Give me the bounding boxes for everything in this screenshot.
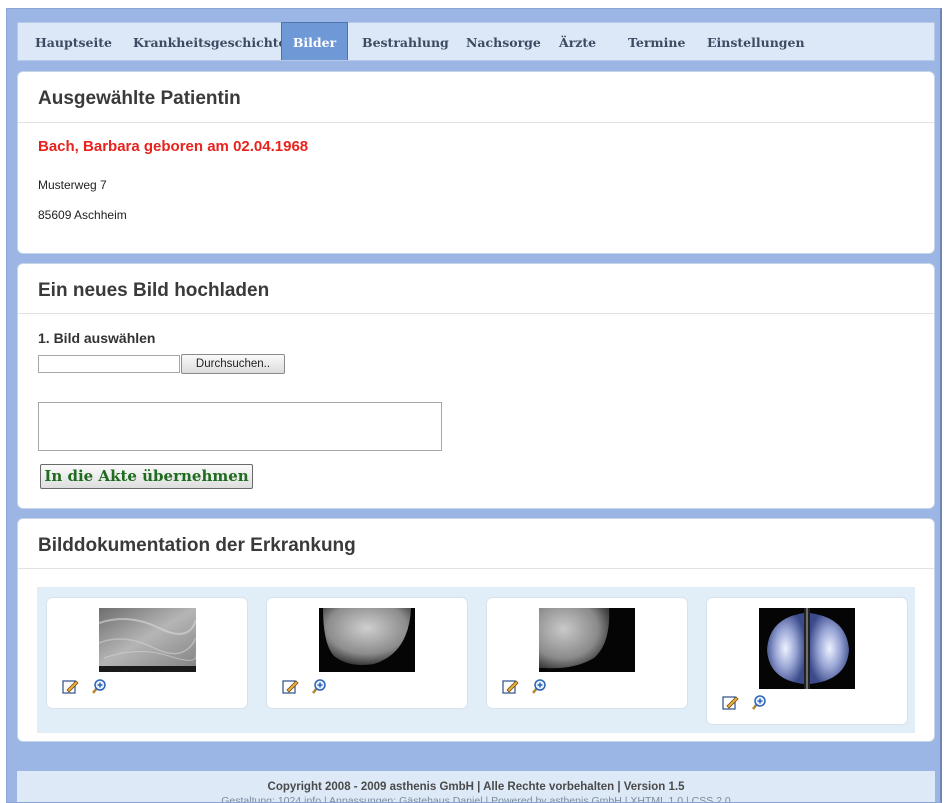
- browse-button[interactable]: Durchsuchen..: [181, 354, 285, 374]
- upload-panel: Ein neues Bild hochladen 1. Bild auswähl…: [17, 263, 935, 509]
- nav-tab-termine[interactable]: Termine: [628, 23, 685, 60]
- upload-panel-title: Ein neues Bild hochladen: [38, 280, 270, 301]
- image-card: [266, 597, 468, 709]
- submit-to-record-button[interactable]: In die Akte übernehmen: [40, 464, 253, 489]
- image-card: [46, 597, 248, 709]
- image-gallery: [37, 587, 915, 733]
- mammogram-texture-image[interactable]: [99, 608, 196, 672]
- zoom-in-icon[interactable]: [90, 678, 107, 695]
- zoom-in-icon[interactable]: [750, 694, 767, 711]
- step-label-select-image: 1. Bild auswählen: [38, 330, 156, 346]
- panel-divider: [18, 122, 934, 123]
- mammogram-breast-image[interactable]: [539, 608, 635, 672]
- edit-icon[interactable]: [282, 678, 299, 695]
- panel-divider: [18, 568, 934, 569]
- nav-tab-krankheitsgeschichte[interactable]: Krankheitsgeschichte: [133, 23, 287, 60]
- nav-tab-einstellungen[interactable]: Einstellungen: [707, 23, 805, 60]
- nav-tab-aerzte[interactable]: Ärzte: [559, 23, 596, 60]
- mammogram-breast-image[interactable]: [319, 608, 415, 672]
- gallery-panel-title: Bilddokumentation der Erkrankung: [38, 535, 356, 556]
- edit-icon[interactable]: [62, 678, 79, 695]
- image-card: [706, 597, 908, 725]
- patient-name: Bach, Barbara geboren am 02.04.1968: [38, 138, 309, 155]
- image-description-textarea[interactable]: [38, 402, 442, 451]
- gallery-panel: Bilddokumentation der Erkrankung: [17, 518, 935, 742]
- mammogram-colored-image[interactable]: [759, 608, 855, 689]
- footer: Copyright 2008 - 2009 asthenis GmbH | Al…: [17, 771, 935, 802]
- file-path-input[interactable]: [38, 355, 180, 373]
- main-navigation: Hauptseite Krankheitsgeschichte Bilder B…: [17, 22, 935, 61]
- patient-panel-title: Ausgewählte Patientin: [38, 88, 241, 109]
- footer-copyright: Copyright 2008 - 2009 asthenis GmbH | Al…: [267, 781, 685, 793]
- image-card: [486, 597, 688, 709]
- edit-icon[interactable]: [502, 678, 519, 695]
- nav-tab-nachsorge[interactable]: Nachsorge: [466, 23, 541, 60]
- panel-divider: [18, 313, 934, 314]
- edit-icon[interactable]: [722, 694, 739, 711]
- zoom-in-icon[interactable]: [530, 678, 547, 695]
- page-frame: Hauptseite Krankheitsgeschichte Bilder B…: [6, 8, 942, 803]
- zoom-in-icon[interactable]: [310, 678, 327, 695]
- nav-tab-bilder[interactable]: Bilder: [281, 22, 348, 60]
- footer-links[interactable]: Gestaltung: 1024.info | Anpassungen: Gäs…: [17, 795, 935, 802]
- nav-tab-hauptseite[interactable]: Hauptseite: [35, 23, 112, 60]
- patient-street: Musterweg 7: [38, 178, 107, 192]
- patient-panel: Ausgewählte Patientin Bach, Barbara gebo…: [17, 71, 935, 254]
- patient-city: 85609 Aschheim: [38, 208, 127, 222]
- nav-tab-bestrahlung[interactable]: Bestrahlung: [362, 23, 449, 60]
